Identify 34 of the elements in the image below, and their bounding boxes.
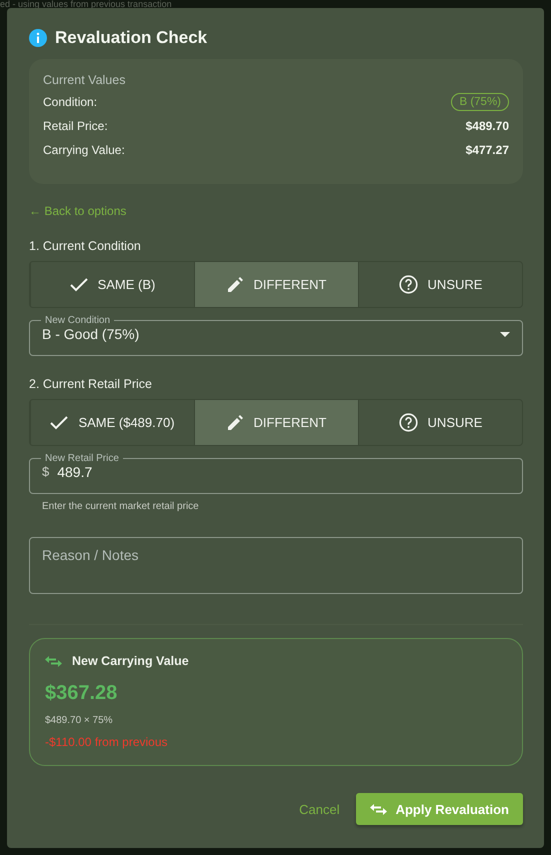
value-text: $489.70 — [466, 119, 509, 133]
help-icon — [398, 413, 418, 432]
help-icon — [398, 275, 418, 294]
option-tab[interactable]: UNSURE — [358, 262, 522, 307]
dialog-title: Revaluation Check — [55, 28, 208, 48]
option-tab[interactable]: DIFFERENT — [194, 400, 358, 445]
info-icon — [29, 28, 47, 46]
formula-text: $489.70 × 75% — [45, 715, 113, 726]
swap-icon — [45, 654, 62, 668]
value-label: Carrying Value: — [43, 143, 125, 157]
card-heading: Current Values — [43, 73, 126, 87]
option-tab[interactable]: UNSURE — [358, 400, 522, 445]
pencil-icon — [226, 414, 244, 431]
check-icon — [70, 278, 88, 292]
price-field[interactable]: New Retail Price $ 489.7 — [29, 453, 523, 494]
condition-badge: B (75%) — [451, 93, 509, 111]
result-title: New Carrying Value — [72, 654, 189, 668]
section-heading: 1. Current Condition — [29, 239, 141, 253]
notes-field[interactable]: Reason / Notes — [29, 537, 523, 594]
notice-text: ed - using values from previous transaction — [0, 0, 172, 9]
swap-icon — [370, 802, 387, 816]
caret-icon — [500, 332, 510, 336]
check-icon — [50, 416, 68, 430]
change-text: -$110.00 from previous — [45, 735, 168, 749]
condition-select[interactable]: New Condition B - Good (75%) — [29, 315, 523, 356]
helper-text: Enter the current market retail price — [42, 501, 199, 512]
pencil-icon — [226, 276, 244, 293]
price-input[interactable]: 489.7 — [57, 464, 510, 480]
option-tab[interactable]: DIFFERENT — [194, 262, 358, 307]
value-label: Condition: — [43, 95, 98, 109]
value-label: Retail Price: — [43, 119, 108, 133]
new-carrying-value: $367.28 — [45, 682, 118, 705]
section-heading: 2. Current Retail Price — [29, 377, 152, 391]
value-text: $477.27 — [466, 143, 509, 157]
